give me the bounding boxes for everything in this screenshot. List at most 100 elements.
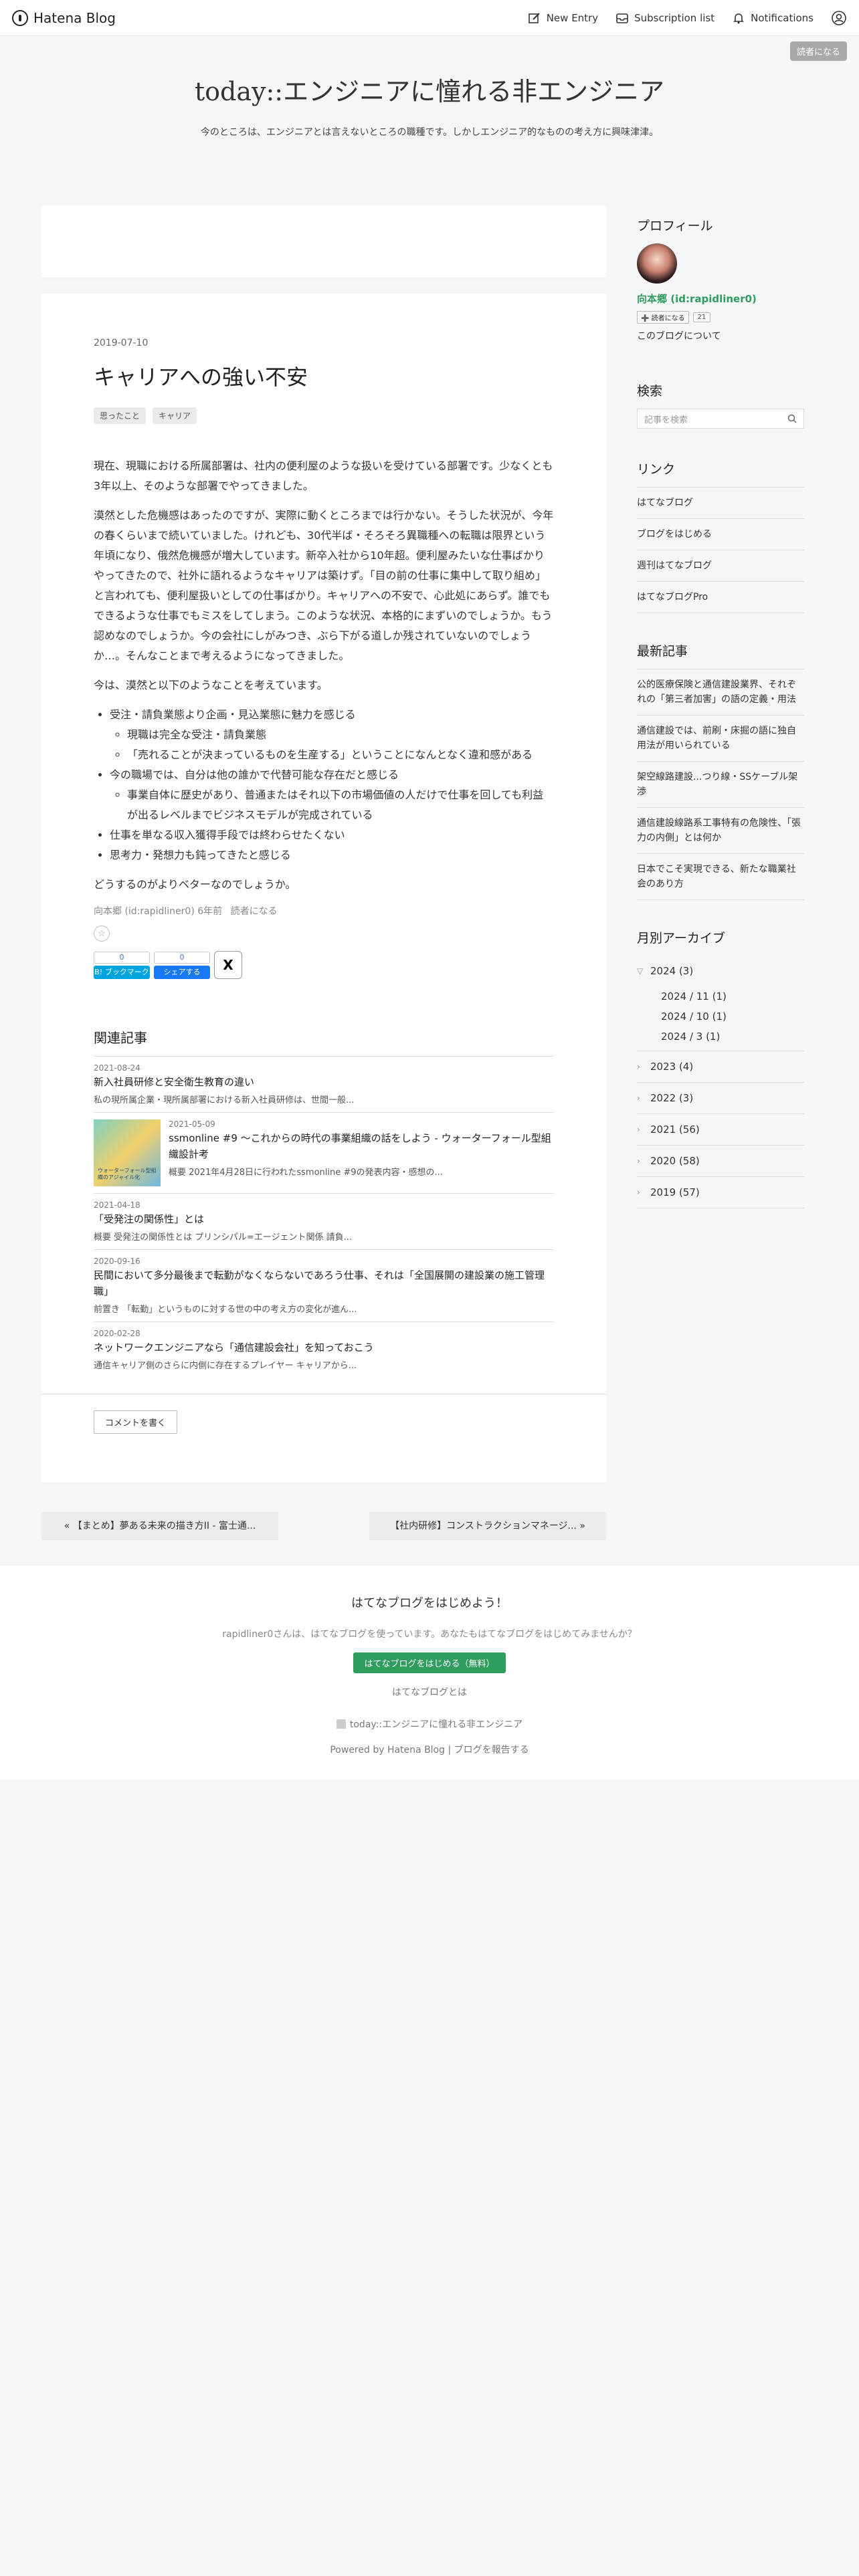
related-item[interactable]: 2020-09-16 民間において多分最後まで転勤がなくならないであろう仕事、そ… <box>94 1249 554 1321</box>
global-header: Hatena Blog New Entry Subscription list … <box>0 0 859 36</box>
related-date: 2021-05-09 <box>169 1119 215 1129</box>
archive-year[interactable]: › 2021 (56) <box>637 1114 804 1146</box>
facebook-label: シェアする <box>154 966 210 979</box>
recent-entries-module: 最新記事 公的医療保険と通信建設業界、それぞれの「第三者加害」の語の定義・用法 … <box>637 641 804 900</box>
recent-entry-link[interactable]: 日本でこそ実現できる、新たな職業社会のあり方 <box>637 854 804 900</box>
blog-title[interactable]: today::エンジニアに憧れる非エンジニア <box>0 71 859 108</box>
follow-button[interactable]: ➕ 読者になる <box>637 311 689 324</box>
entry-article: 2019-07-10 キャリアへの強い不安 思ったこと キャリア 現在、現職にお… <box>41 294 606 1483</box>
related-heading: 関連記事 <box>94 1030 147 1046</box>
related-summary: 私の現所属企業・現所属部署における新入社員研修は、世間一般... <box>94 1095 355 1105</box>
start-blog-button[interactable]: はてなブログをはじめる（無料） <box>353 1652 506 1673</box>
powered-by[interactable]: Powered by Hatena Blog | ブログを報告する <box>0 1743 859 1756</box>
related-item[interactable]: 2021-08-24 新入社員研修と安全衛生教育の違い 私の現所属企業・現所属部… <box>94 1056 554 1112</box>
about-blog-link[interactable]: このブログについて <box>637 329 804 342</box>
about-hatena-link[interactable]: はてなブログとは <box>0 1685 859 1699</box>
related-item[interactable]: 2021-04-18 「受発注の関係性」とは 概要 受発注の関係性とは プリンシ… <box>94 1193 554 1249</box>
recent-entry-link[interactable]: 通信建設線路系工事特有の危険性、「張力の内側」とは何か <box>637 808 804 854</box>
recent-entry-link[interactable]: 公的医療保険と通信建設業界、それぞれの「第三者加害」の語の定義・用法 <box>637 669 804 716</box>
comment-section: コメントを書く <box>41 1394 606 1450</box>
user-menu-button[interactable] <box>831 10 847 26</box>
list-item: 今の職場では、自分は他の誰かで代替可能な存在だと感じる 事業自体に歴史があり、普… <box>110 765 554 825</box>
chevron-right-icon[interactable]: › <box>637 1062 645 1071</box>
related-thumbnail[interactable]: ウォーターフォール型組織のアジャイル化 <box>94 1119 161 1186</box>
recent-entry-link[interactable]: 通信建設では、前刷・床掘の語に独自用法が用いられている <box>637 716 804 762</box>
subscribe-reader-button[interactable]: 読者になる <box>789 41 847 61</box>
sidebar-link[interactable]: ブログをはじめる <box>637 519 804 550</box>
related-title[interactable]: 民間において多分最後まで転勤がなくならないであろう仕事、それは「全国展開の建設業… <box>94 1267 554 1299</box>
chevron-right-icon[interactable]: › <box>637 1156 645 1166</box>
archive-year[interactable]: › 2020 (58) <box>637 1146 804 1177</box>
follower-count[interactable]: 21 <box>692 312 711 322</box>
chevron-right-icon[interactable]: › <box>637 1188 645 1197</box>
archive-year-label[interactable]: 2021 (56) <box>650 1123 700 1136</box>
related-item[interactable]: ウォーターフォール型組織のアジャイル化 2021-05-09 ssmonline… <box>94 1112 554 1193</box>
related-summary: 通信キャリア側のさらに内側に存在するプレイヤー キャリアから... <box>94 1361 357 1371</box>
user-icon <box>832 10 846 25</box>
write-comment-button[interactable]: コメントを書く <box>94 1410 178 1434</box>
sidebar-link[interactable]: はてなブログ <box>637 488 804 519</box>
pager: « 【まとめ】夢ある未来の描き方II - 富士通... 【社内研修】コンストラク… <box>41 1512 606 1540</box>
archive-year-expanded[interactable]: ▽ 2024 (3) <box>637 956 804 986</box>
star-icon[interactable]: ☆ <box>94 926 110 942</box>
chevron-down-icon[interactable]: ▽ <box>637 966 645 976</box>
footer-blog-link[interactable]: today::エンジニアに憧れる非エンジニア <box>0 1717 859 1731</box>
chevron-right-icon[interactable]: › <box>637 1125 645 1134</box>
search-icon[interactable] <box>787 414 797 423</box>
entry-date[interactable]: 2019-07-10 <box>94 338 554 348</box>
related-title[interactable]: ssmonline #9 〜これからの時代の事業組織の話をしよう - ウォーター… <box>169 1130 554 1162</box>
chevron-right-icon[interactable]: › <box>637 1093 645 1103</box>
share-buttons: 0 B! ブックマーク 0 シェアする X <box>94 951 554 979</box>
x-share-button[interactable]: X <box>214 951 242 979</box>
archive-month[interactable]: 2024 / 10 (1) <box>637 1006 804 1027</box>
archive-year-label[interactable]: 2024 (3) <box>650 965 693 977</box>
related-date: 2020-02-28 <box>94 1329 140 1338</box>
subscription-list-button[interactable]: Subscription list <box>615 11 714 25</box>
archive-heading: 月別アーカイブ <box>637 931 725 946</box>
archive-month[interactable]: 2024 / 3 (1) <box>637 1027 804 1051</box>
category-tag[interactable]: 思ったこと <box>94 407 147 424</box>
archive-year-label[interactable]: 2020 (58) <box>650 1155 700 1167</box>
profile-id[interactable]: 向本郷 (id:rapidliner0) <box>637 292 804 306</box>
prev-entry-link[interactable]: « 【まとめ】夢ある未来の描き方II - 富士通... <box>41 1512 278 1540</box>
hatena-bookmark-button[interactable]: 0 B! ブックマーク <box>94 952 150 979</box>
category-tag[interactable]: キャリア <box>153 407 197 424</box>
facebook-share-button[interactable]: 0 シェアする <box>154 952 210 979</box>
footer-blog-title[interactable]: today::エンジニアに憧れる非エンジニア <box>350 1717 522 1731</box>
related-title[interactable]: 新入社員研修と安全衛生教育の違い <box>94 1074 554 1090</box>
sidebar: プロフィール 向本郷 (id:rapidliner0) ➕ 読者になる 21 こ… <box>637 216 804 1208</box>
sidebar-link[interactable]: 週刊はてなブログ <box>637 550 804 582</box>
entry-title[interactable]: キャリアへの強い不安 <box>94 360 554 391</box>
archive-month[interactable]: 2024 / 11 (1) <box>637 986 804 1006</box>
archive-year-label[interactable]: 2019 (57) <box>650 1186 700 1198</box>
next-entry-link[interactable]: 【社内研修】コンストラクションマネージ... » <box>369 1512 606 1540</box>
related-summary: 概要 2021年4月28日に行われたssmonline #9の発表内容・感想の.… <box>169 1168 443 1178</box>
archive-year-label[interactable]: 2023 (4) <box>650 1061 693 1073</box>
notifications-button[interactable]: Notifications <box>732 11 814 25</box>
hatena-logo-icon <box>12 9 28 26</box>
recent-entry-link[interactable]: 架空線路建設...つり線・SSケーブル架渉 <box>637 762 804 808</box>
footer-reader-link[interactable]: 読者になる <box>231 906 278 917</box>
related-title[interactable]: 「受発注の関係性」とは <box>94 1211 554 1227</box>
archive-year-label[interactable]: 2022 (3) <box>650 1092 693 1104</box>
entry-content: 現在、現職における所属部署は、社内の便利屋のような扱いを受けている部署です。少な… <box>94 456 554 895</box>
author-meta[interactable]: 向本郷 (id:rapidliner0) 6年前 <box>94 906 222 917</box>
thumbnail-text: ウォーターフォール型組織のアジャイル化 <box>98 1168 157 1180</box>
related-item[interactable]: 2020-02-28 ネットワークエンジニアなら「通信建設会社」を知っておこう … <box>94 1321 554 1378</box>
sub-list-item: 事業自体に歴史があり、普通またはそれ以下の市場価値の人だけで仕事を回しても利益が… <box>127 785 554 825</box>
archive-year[interactable]: › 2019 (57) <box>637 1177 804 1208</box>
list-item: 仕事を単なる収入獲得手段では終わらせたくない <box>110 825 554 845</box>
archive-year[interactable]: › 2023 (4) <box>637 1051 804 1083</box>
notifications-label: Notifications <box>751 11 814 24</box>
related-title[interactable]: ネットワークエンジニアなら「通信建設会社」を知っておこう <box>94 1339 554 1356</box>
related-summary: 前置き 「転勤」というものに対する世の中の考え方の変化が進ん... <box>94 1305 357 1315</box>
thought-list: 受注・請負業態より企画・見込業態に魅力を感じる 現職は完全な受注・請負業態 「売… <box>94 705 554 865</box>
new-entry-button[interactable]: New Entry <box>528 11 598 25</box>
archive-year[interactable]: › 2022 (3) <box>637 1083 804 1114</box>
sidebar-link[interactable]: はてなブログPro <box>637 582 804 613</box>
search-input[interactable]: 記事を検索 <box>637 409 804 429</box>
avatar[interactable] <box>637 243 677 284</box>
brand-link[interactable]: Hatena Blog <box>12 9 116 26</box>
favicon-icon <box>336 1719 346 1729</box>
blog-description: 今のところは、エンジニアとは言えないところの職種です。しかしエンジニア的なものの… <box>200 127 659 138</box>
